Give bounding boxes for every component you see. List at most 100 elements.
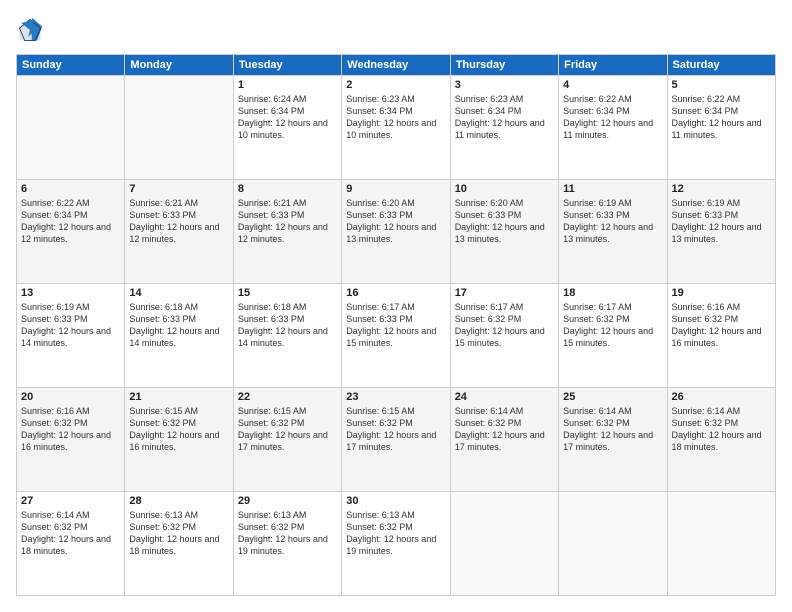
day-info: Sunrise: 6:19 AMSunset: 6:33 PMDaylight:… bbox=[672, 197, 771, 246]
calendar-cell: 30Sunrise: 6:13 AMSunset: 6:32 PMDayligh… bbox=[342, 492, 450, 596]
calendar-cell: 15 Sunrise: 6:18 AMSunset: 6:33 PMDayligh… bbox=[233, 284, 341, 388]
weekday-header-tuesday: Tuesday bbox=[233, 55, 341, 76]
day-number: 19 bbox=[672, 287, 771, 299]
day-number: 5 bbox=[672, 79, 771, 91]
day-info: Sunrise: 6:17 AMSunset: 6:33 PMDaylight:… bbox=[346, 301, 445, 350]
weekday-header-wednesday: Wednesday bbox=[342, 55, 450, 76]
calendar-cell: 17 Sunrise: 6:17 AMSunset: 6:32 PMDayligh… bbox=[450, 284, 558, 388]
calendar-cell: 23 Sunrise: 6:15 AMSunset: 6:32 PMDayligh… bbox=[342, 388, 450, 492]
logo bbox=[16, 16, 46, 44]
day-info: Sunrise: 6:19 AMSunset: 6:33 PMDaylight:… bbox=[21, 301, 120, 350]
calendar-header-row: SundayMondayTuesdayWednesdayThursdayFrid… bbox=[17, 55, 776, 76]
calendar-cell: 16 Sunrise: 6:17 AMSunset: 6:33 PMDayligh… bbox=[342, 284, 450, 388]
day-number: 30 bbox=[346, 495, 445, 507]
day-number: 29 bbox=[238, 495, 337, 507]
day-info: Sunrise: 6:24 AMSunset: 6:34 PMDaylight:… bbox=[238, 93, 337, 142]
calendar-cell: 19 Sunrise: 6:16 AMSunset: 6:32 PMDayligh… bbox=[667, 284, 775, 388]
day-info: Sunrise: 6:19 AMSunset: 6:33 PMDaylight:… bbox=[563, 197, 662, 246]
calendar-cell: 26 Sunrise: 6:14 AMSunset: 6:32 PMDayligh… bbox=[667, 388, 775, 492]
day-number: 8 bbox=[238, 183, 337, 195]
calendar-cell: 11 Sunrise: 6:19 AMSunset: 6:33 PMDayligh… bbox=[559, 180, 667, 284]
calendar-cell: 29Sunrise: 6:13 AMSunset: 6:32 PMDayligh… bbox=[233, 492, 341, 596]
day-number: 25 bbox=[563, 391, 662, 403]
day-number: 4 bbox=[563, 79, 662, 91]
calendar-row: 13 Sunrise: 6:19 AMSunset: 6:33 PMDayligh… bbox=[17, 284, 776, 388]
day-info: Sunrise: 6:15 AMSunset: 6:32 PMDaylight:… bbox=[238, 405, 337, 454]
calendar-cell: 5 Sunrise: 6:22 AMSunset: 6:34 PMDaylight… bbox=[667, 76, 775, 180]
day-info: Sunrise: 6:14 AMSunset: 6:32 PMDaylight:… bbox=[672, 405, 771, 454]
calendar-cell bbox=[17, 76, 125, 180]
day-number: 10 bbox=[455, 183, 554, 195]
day-number: 12 bbox=[672, 183, 771, 195]
day-number: 28 bbox=[129, 495, 228, 507]
day-number: 21 bbox=[129, 391, 228, 403]
calendar-cell: 14 Sunrise: 6:18 AMSunset: 6:33 PMDayligh… bbox=[125, 284, 233, 388]
calendar-cell: 21Sunrise: 6:15 AMSunset: 6:32 PMDayligh… bbox=[125, 388, 233, 492]
day-info: Sunrise: 6:16 AMSunset: 6:32 PMDaylight:… bbox=[672, 301, 771, 350]
calendar-cell: 8 Sunrise: 6:21 AMSunset: 6:33 PMDaylight… bbox=[233, 180, 341, 284]
weekday-header-thursday: Thursday bbox=[450, 55, 558, 76]
calendar-row: 20 Sunrise: 6:16 AMSunset: 6:32 PMDayligh… bbox=[17, 388, 776, 492]
day-info: Sunrise: 6:21 AMSunset: 6:33 PMDaylight:… bbox=[238, 197, 337, 246]
day-number: 22 bbox=[238, 391, 337, 403]
weekday-header-friday: Friday bbox=[559, 55, 667, 76]
day-info: Sunrise: 6:16 AMSunset: 6:32 PMDaylight:… bbox=[21, 405, 120, 454]
day-number: 7 bbox=[129, 183, 228, 195]
day-info: Sunrise: 6:20 AMSunset: 6:33 PMDaylight:… bbox=[346, 197, 445, 246]
day-number: 15 bbox=[238, 287, 337, 299]
day-number: 2 bbox=[346, 79, 445, 91]
day-number: 14 bbox=[129, 287, 228, 299]
day-info: Sunrise: 6:20 AMSunset: 6:33 PMDaylight:… bbox=[455, 197, 554, 246]
header bbox=[16, 16, 776, 44]
day-info: Sunrise: 6:22 AMSunset: 6:34 PMDaylight:… bbox=[21, 197, 120, 246]
calendar-cell bbox=[450, 492, 558, 596]
day-number: 11 bbox=[563, 183, 662, 195]
calendar-cell: 20 Sunrise: 6:16 AMSunset: 6:32 PMDayligh… bbox=[17, 388, 125, 492]
day-info: Sunrise: 6:23 AMSunset: 6:34 PMDaylight:… bbox=[455, 93, 554, 142]
calendar-cell: 12 Sunrise: 6:19 AMSunset: 6:33 PMDayligh… bbox=[667, 180, 775, 284]
day-info: Sunrise: 6:23 AMSunset: 6:34 PMDaylight:… bbox=[346, 93, 445, 142]
day-number: 17 bbox=[455, 287, 554, 299]
day-number: 1 bbox=[238, 79, 337, 91]
calendar-cell: 6 Sunrise: 6:22 AMSunset: 6:34 PMDaylight… bbox=[17, 180, 125, 284]
day-info: Sunrise: 6:18 AMSunset: 6:33 PMDaylight:… bbox=[129, 301, 228, 350]
calendar-table: SundayMondayTuesdayWednesdayThursdayFrid… bbox=[16, 54, 776, 596]
day-number: 27 bbox=[21, 495, 120, 507]
weekday-header-sunday: Sunday bbox=[17, 55, 125, 76]
calendar-cell: 4 Sunrise: 6:22 AMSunset: 6:34 PMDaylight… bbox=[559, 76, 667, 180]
day-number: 6 bbox=[21, 183, 120, 195]
calendar-cell: 2 Sunrise: 6:23 AMSunset: 6:34 PMDaylight… bbox=[342, 76, 450, 180]
day-number: 18 bbox=[563, 287, 662, 299]
day-number: 20 bbox=[21, 391, 120, 403]
day-info: Sunrise: 6:14 AMSunset: 6:32 PMDaylight:… bbox=[21, 509, 120, 558]
calendar-cell: 9 Sunrise: 6:20 AMSunset: 6:33 PMDaylight… bbox=[342, 180, 450, 284]
calendar-cell: 27 Sunrise: 6:14 AMSunset: 6:32 PMDayligh… bbox=[17, 492, 125, 596]
day-info: Sunrise: 6:14 AMSunset: 6:32 PMDaylight:… bbox=[455, 405, 554, 454]
day-info: Sunrise: 6:22 AMSunset: 6:34 PMDaylight:… bbox=[563, 93, 662, 142]
day-info: Sunrise: 6:17 AMSunset: 6:32 PMDaylight:… bbox=[455, 301, 554, 350]
day-number: 16 bbox=[346, 287, 445, 299]
day-number: 13 bbox=[21, 287, 120, 299]
calendar-row: 6 Sunrise: 6:22 AMSunset: 6:34 PMDaylight… bbox=[17, 180, 776, 284]
day-info: Sunrise: 6:18 AMSunset: 6:33 PMDaylight:… bbox=[238, 301, 337, 350]
day-info: Sunrise: 6:14 AMSunset: 6:32 PMDaylight:… bbox=[563, 405, 662, 454]
day-number: 3 bbox=[455, 79, 554, 91]
day-number: 24 bbox=[455, 391, 554, 403]
calendar-cell: 1 Sunrise: 6:24 AMSunset: 6:34 PMDaylight… bbox=[233, 76, 341, 180]
day-number: 9 bbox=[346, 183, 445, 195]
calendar-row: 1 Sunrise: 6:24 AMSunset: 6:34 PMDaylight… bbox=[17, 76, 776, 180]
day-number: 23 bbox=[346, 391, 445, 403]
day-number: 26 bbox=[672, 391, 771, 403]
weekday-header-monday: Monday bbox=[125, 55, 233, 76]
calendar-cell: 18Sunrise: 6:17 AMSunset: 6:32 PMDayligh… bbox=[559, 284, 667, 388]
calendar-cell: 13 Sunrise: 6:19 AMSunset: 6:33 PMDayligh… bbox=[17, 284, 125, 388]
calendar-cell bbox=[125, 76, 233, 180]
calendar-cell: 10 Sunrise: 6:20 AMSunset: 6:33 PMDayligh… bbox=[450, 180, 558, 284]
logo-icon bbox=[16, 16, 44, 44]
day-info: Sunrise: 6:15 AMSunset: 6:32 PMDaylight:… bbox=[346, 405, 445, 454]
day-info: Sunrise: 6:21 AMSunset: 6:33 PMDaylight:… bbox=[129, 197, 228, 246]
calendar-cell: 7 Sunrise: 6:21 AMSunset: 6:33 PMDaylight… bbox=[125, 180, 233, 284]
weekday-header-saturday: Saturday bbox=[667, 55, 775, 76]
day-info: Sunrise: 6:22 AMSunset: 6:34 PMDaylight:… bbox=[672, 93, 771, 142]
calendar-cell: 28Sunrise: 6:13 AMSunset: 6:32 PMDayligh… bbox=[125, 492, 233, 596]
